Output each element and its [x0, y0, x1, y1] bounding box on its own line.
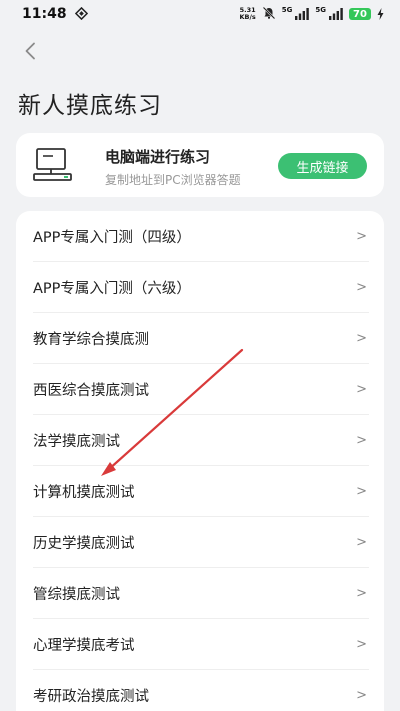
chevron-right-icon: >: [356, 279, 367, 295]
list-item-label: 教育学综合摸底测: [33, 331, 149, 348]
net-type-2: 5G: [315, 6, 326, 14]
list-item[interactable]: APP专属入门测（六级） >: [33, 262, 369, 313]
list-item-label: 历史学摸底测试: [33, 535, 135, 552]
list-item[interactable]: 考研政治摸底测试 >: [33, 670, 369, 711]
chevron-right-icon: >: [356, 534, 367, 550]
chevron-right-icon: >: [356, 636, 367, 652]
chevron-right-icon: >: [356, 381, 367, 397]
list-item[interactable]: 教育学综合摸底测 >: [33, 313, 369, 364]
chevron-right-icon: >: [356, 483, 367, 499]
net-speed: 5.31 KB/s: [240, 7, 256, 21]
list-item-label: 法学摸底测试: [33, 433, 120, 450]
pc-card-title: 电脑端进行练习: [105, 148, 211, 166]
chevron-right-icon: >: [356, 585, 367, 601]
list-item-label: 计算机摸底测试: [33, 484, 135, 501]
list-item[interactable]: 法学摸底测试 >: [33, 415, 369, 466]
quiz-list: APP专属入门测（四级） > APP专属入门测（六级） > 教育学综合摸底测 >…: [16, 211, 384, 711]
back-button[interactable]: [14, 38, 46, 68]
chevron-right-icon: >: [356, 432, 367, 448]
list-item-label: 考研政治摸底测试: [33, 688, 149, 705]
list-item-label: 管综摸底测试: [33, 586, 120, 603]
battery-level: 70: [349, 8, 371, 20]
net-type-1: 5G: [281, 6, 293, 14]
chevron-right-icon: >: [356, 228, 367, 244]
status-right: 5.31 KB/s 5G 5G 70: [240, 5, 384, 24]
net-speed-unit: KB/s: [239, 13, 256, 21]
signal-icon-2: [329, 5, 343, 24]
computer-icon: [33, 147, 73, 187]
pc-card-subtitle: 复制地址到PC浏览器答题: [105, 173, 241, 187]
page-title: 新人摸底练习: [18, 93, 162, 119]
pc-practice-card: 电脑端进行练习 复制地址到PC浏览器答题 生成链接: [16, 133, 384, 197]
status-bar: 11:48 5.31 KB/s 5G 5G 70: [0, 0, 400, 28]
list-item-label: APP专属入门测（四级）: [33, 229, 191, 246]
list-item[interactable]: APP专属入门测（四级） >: [33, 211, 369, 262]
signal-app-icon: [74, 5, 88, 24]
list-item-label: APP专属入门测（六级）: [33, 280, 191, 297]
list-item[interactable]: 历史学摸底测试 >: [33, 517, 369, 568]
generate-link-button[interactable]: 生成链接: [278, 153, 367, 179]
list-item[interactable]: 西医综合摸底测试 >: [33, 364, 369, 415]
chevron-right-icon: >: [356, 330, 367, 346]
charging-icon: [377, 5, 384, 24]
list-item-label: 心理学摸底考试: [33, 637, 135, 654]
mute-icon: [262, 5, 276, 24]
list-item-label: 西医综合摸底测试: [33, 382, 149, 399]
status-time: 11:48: [22, 6, 67, 22]
chevron-right-icon: >: [356, 687, 367, 703]
list-item[interactable]: 管综摸底测试 >: [33, 568, 369, 619]
list-item[interactable]: 计算机摸底测试 >: [33, 466, 369, 517]
list-item[interactable]: 心理学摸底考试 >: [33, 619, 369, 670]
signal-icon-1: [295, 5, 310, 24]
status-left: 11:48: [22, 5, 88, 24]
back-chevron-icon: [24, 42, 36, 64]
